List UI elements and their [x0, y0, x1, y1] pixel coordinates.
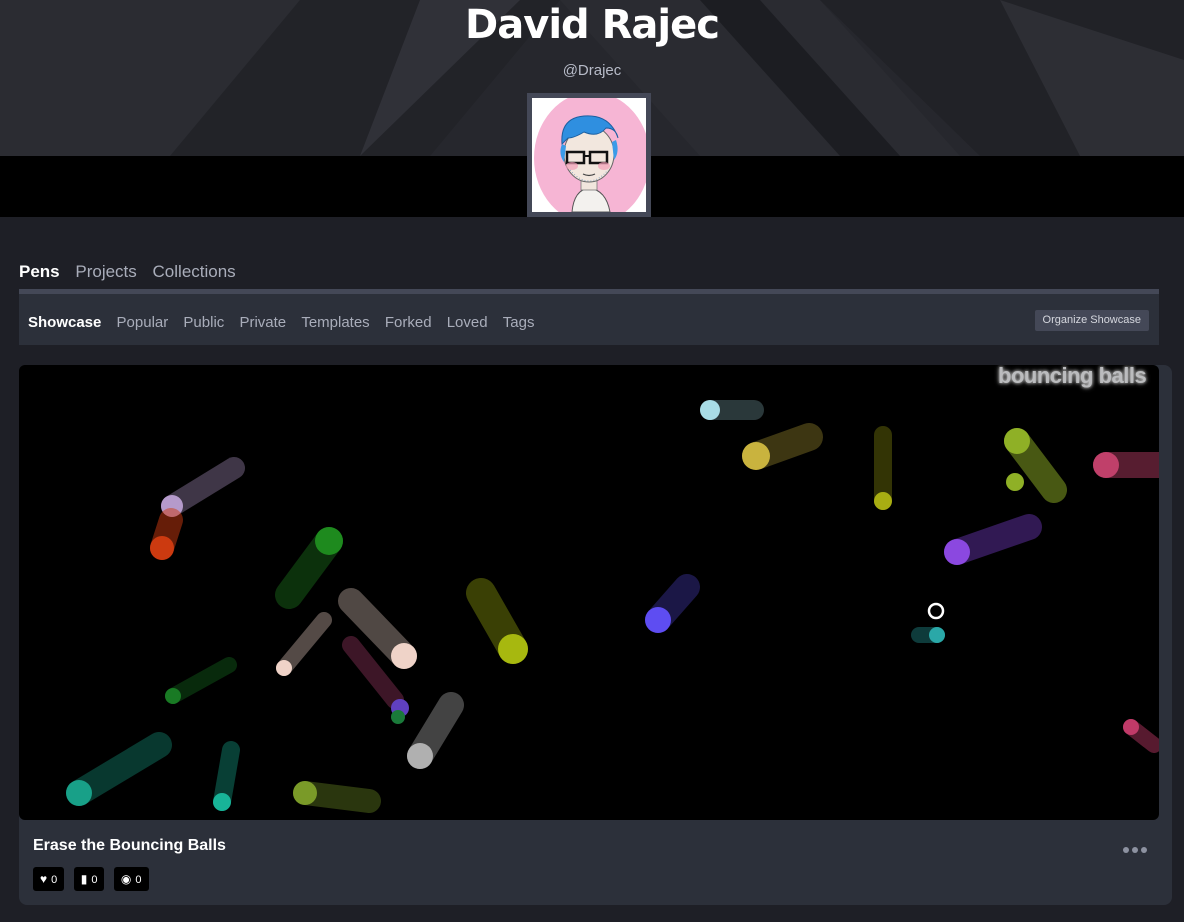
more-dots-icon[interactable] — [1123, 840, 1153, 856]
subnav-showcase[interactable]: Showcase — [28, 314, 101, 331]
profile-handle: @Drajec — [562, 62, 622, 79]
like-button[interactable]: ♥ 0 — [33, 867, 65, 891]
bouncing-balls-canvas — [66, 400, 1159, 813]
subnav-templates[interactable]: Templates — [301, 314, 369, 331]
subnav-popular[interactable]: Popular — [117, 314, 169, 331]
tab-collections[interactable]: Collections — [153, 262, 236, 282]
pen-title[interactable]: Erase the Bouncing Balls — [33, 837, 226, 855]
pen-stats: ♥ 0 ▮ 0 ◉ 0 — [33, 867, 154, 891]
view-count: 0 — [135, 874, 142, 886]
pen-card: bouncing balls Erase the Bouncing Balls … — [19, 365, 1172, 905]
comment-icon: ▮ — [80, 872, 88, 886]
profile-name: David Rajec — [465, 2, 720, 48]
subnav-public[interactable]: Public — [183, 314, 224, 331]
preview-heading: bouncing balls — [998, 365, 1147, 388]
subnav-forked[interactable]: Forked — [385, 314, 432, 331]
like-count: 0 — [51, 874, 58, 886]
pens-subnav: Showcase Popular Public Private Template… — [19, 289, 1159, 345]
eye-icon: ◉ — [120, 872, 132, 886]
comment-count: 0 — [91, 874, 98, 886]
pen-preview[interactable]: bouncing balls — [19, 365, 1159, 820]
tab-pens[interactable]: Pens — [19, 262, 60, 282]
heart-icon: ♥ — [40, 872, 48, 886]
profile-tabs: Pens Projects Collections — [19, 262, 247, 282]
subnav-private[interactable]: Private — [239, 314, 286, 331]
tab-projects[interactable]: Projects — [75, 262, 136, 282]
avatar[interactable] — [527, 93, 651, 217]
avatar-illustration — [532, 98, 646, 212]
subnav-loved[interactable]: Loved — [447, 314, 488, 331]
comment-button[interactable]: ▮ 0 — [73, 867, 105, 891]
view-button[interactable]: ◉ 0 — [113, 867, 149, 891]
organize-showcase-button[interactable]: Organize Showcase — [1034, 310, 1149, 331]
subnav-items: Showcase Popular Public Private Template… — [28, 314, 545, 331]
subnav-tags[interactable]: Tags — [503, 314, 535, 331]
